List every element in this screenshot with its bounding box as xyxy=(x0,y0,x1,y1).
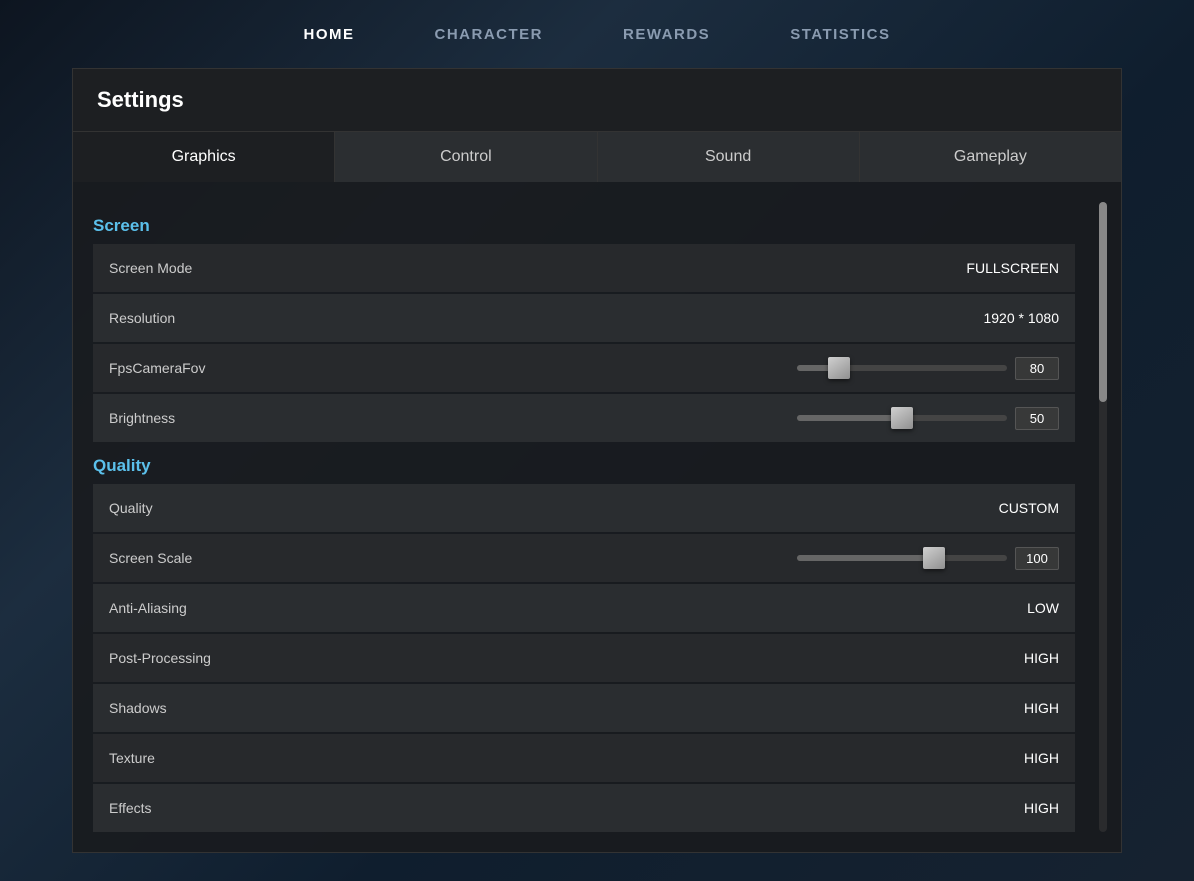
texture-value[interactable]: HIGH xyxy=(959,750,1059,766)
tab-control[interactable]: Control xyxy=(335,132,597,182)
screen-scale-slider-track[interactable] xyxy=(797,555,1007,561)
screen-scale-label: Screen Scale xyxy=(109,550,309,566)
brightness-slider-track[interactable] xyxy=(797,415,1007,421)
setting-row-resolution: Resolution 1920 * 1080 xyxy=(93,294,1075,342)
top-nav: HOME CHARACTER REWARDS STATISTICS xyxy=(0,0,1194,68)
tab-graphics[interactable]: Graphics xyxy=(73,132,335,182)
scrollbar-track[interactable] xyxy=(1099,202,1107,832)
anti-aliasing-value[interactable]: LOW xyxy=(959,600,1059,616)
brightness-slider-container: 50 xyxy=(797,407,1059,430)
settings-panel: Settings Graphics Control Sound Gameplay… xyxy=(72,68,1122,853)
section-screen-title: Screen xyxy=(93,216,1075,236)
setting-row-texture: Texture HIGH xyxy=(93,734,1075,782)
quality-label: Quality xyxy=(109,500,309,516)
brightness-slider-thumb[interactable] xyxy=(891,407,913,429)
setting-row-fpscamerafov: FpsCameraFov 80 xyxy=(93,344,1075,392)
effects-value[interactable]: HIGH xyxy=(959,800,1059,816)
scrollbar-thumb[interactable] xyxy=(1099,202,1107,402)
quality-value[interactable]: CUSTOM xyxy=(959,500,1059,516)
screen-mode-value[interactable]: FULLSCREEN xyxy=(959,260,1059,276)
section-quality-title: Quality xyxy=(93,456,1075,476)
shadows-value[interactable]: HIGH xyxy=(959,700,1059,716)
shadows-label: Shadows xyxy=(109,700,309,716)
resolution-label: Resolution xyxy=(109,310,309,326)
screen-scale-slider-thumb[interactable] xyxy=(923,547,945,569)
setting-row-shadows: Shadows HIGH xyxy=(93,684,1075,732)
fpscamerafov-label: FpsCameraFov xyxy=(109,360,309,376)
settings-content: Screen Screen Mode FULLSCREEN Resolution… xyxy=(73,182,1121,852)
tab-sound[interactable]: Sound xyxy=(598,132,860,182)
setting-row-brightness: Brightness 50 xyxy=(93,394,1075,442)
setting-row-anti-aliasing: Anti-Aliasing LOW xyxy=(93,584,1075,632)
nav-home[interactable]: HOME xyxy=(294,20,365,49)
setting-row-post-processing: Post-Processing HIGH xyxy=(93,634,1075,682)
settings-header: Settings xyxy=(73,69,1121,132)
nav-statistics[interactable]: STATISTICS xyxy=(780,20,900,49)
setting-row-screen-mode: Screen Mode FULLSCREEN xyxy=(93,244,1075,292)
nav-rewards[interactable]: REWARDS xyxy=(613,20,720,49)
screen-mode-label: Screen Mode xyxy=(109,260,309,276)
screen-scale-value: 100 xyxy=(1015,547,1059,570)
settings-scroll: Screen Screen Mode FULLSCREEN Resolution… xyxy=(73,192,1095,842)
screen-scale-slider-container: 100 xyxy=(797,547,1059,570)
texture-label: Texture xyxy=(109,750,309,766)
brightness-slider-fill xyxy=(797,415,902,421)
setting-row-effects: Effects HIGH xyxy=(93,784,1075,832)
brightness-label: Brightness xyxy=(109,410,309,426)
fpscamerafov-slider-container: 80 xyxy=(797,357,1059,380)
nav-character[interactable]: CHARACTER xyxy=(425,20,554,49)
screen-scale-slider-fill xyxy=(797,555,934,561)
anti-aliasing-label: Anti-Aliasing xyxy=(109,600,309,616)
post-processing-label: Post-Processing xyxy=(109,650,309,666)
setting-row-quality: Quality CUSTOM xyxy=(93,484,1075,532)
fpscamerafov-slider-track[interactable] xyxy=(797,365,1007,371)
fpscamerafov-slider-thumb[interactable] xyxy=(828,357,850,379)
brightness-value: 50 xyxy=(1015,407,1059,430)
tab-gameplay[interactable]: Gameplay xyxy=(860,132,1121,182)
resolution-value[interactable]: 1920 * 1080 xyxy=(959,310,1059,326)
settings-tabs: Graphics Control Sound Gameplay xyxy=(73,132,1121,182)
post-processing-value[interactable]: HIGH xyxy=(959,650,1059,666)
effects-label: Effects xyxy=(109,800,309,816)
fpscamerafov-value: 80 xyxy=(1015,357,1059,380)
setting-row-screen-scale: Screen Scale 100 xyxy=(93,534,1075,582)
settings-title: Settings xyxy=(97,87,184,112)
